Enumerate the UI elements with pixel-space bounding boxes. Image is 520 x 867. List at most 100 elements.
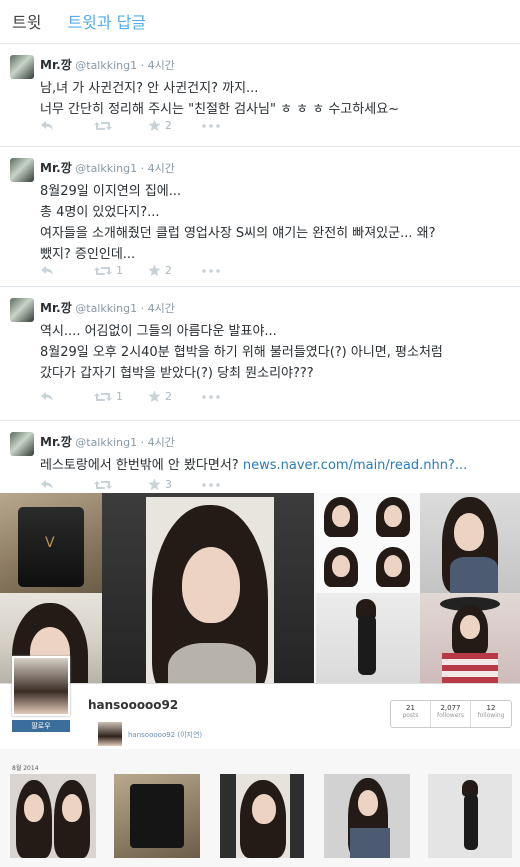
- tweet-text: 역시.... 어김없이 그들의 아름다운 발표야... 8월29일 오후 2시4…: [40, 321, 510, 384]
- favorite-button[interactable]: 2: [148, 264, 202, 277]
- favorite-button[interactable]: 2: [148, 390, 202, 403]
- tweet-line: 8월29일 오후 2시40분 협박을 하기 위해 불러들였다(?) 아니면, 평…: [40, 345, 443, 360]
- tweet-author-handle[interactable]: @talkking1: [75, 436, 137, 449]
- timeline-tabs: 트윗 트윗과 답글: [0, 0, 520, 44]
- avatar[interactable]: [10, 432, 34, 456]
- more-button[interactable]: [202, 394, 256, 399]
- more-button[interactable]: [202, 482, 256, 487]
- instagram-profile-photo[interactable]: [12, 656, 70, 716]
- more-button[interactable]: [202, 268, 256, 273]
- stat-posts[interactable]: 21 posts: [391, 701, 431, 727]
- photo-car-selfie: [102, 493, 314, 703]
- stat-value: 12: [486, 704, 496, 712]
- reply-icon: [41, 266, 53, 275]
- thumbnail[interactable]: [220, 774, 304, 858]
- tweet-line: 역시.... 어김없이 그들의 아름다운 발표야...: [40, 324, 277, 339]
- avatar[interactable]: [10, 298, 34, 322]
- photo-grid-collage: [316, 493, 420, 593]
- tweet-link[interactable]: news.naver.com/main/read.nhn?...: [243, 458, 467, 473]
- reply-button[interactable]: [40, 391, 94, 402]
- tweet-header: Mr.깡 @talkking1 · 4시간: [40, 435, 175, 449]
- reply-button[interactable]: [40, 479, 94, 490]
- tweet-actions: 3: [40, 478, 256, 491]
- retweet-count: 1: [116, 264, 123, 277]
- tweet[interactable]: Mr.깡 @talkking1 · 4시간 역시.... 어김없이 그들의 아름…: [0, 288, 520, 421]
- reply-icon: [41, 480, 53, 489]
- photo-portrait-floral: [420, 493, 520, 593]
- reply-button[interactable]: [40, 120, 94, 131]
- favorite-button[interactable]: 2: [148, 119, 202, 132]
- tweet-text: 남,녀 가 사귄건지? 안 사귄건지? 까지... 너무 간단히 정리해 주시는…: [40, 78, 510, 120]
- tweet-author-handle[interactable]: @talkking1: [75, 59, 137, 72]
- retweet-count: 1: [116, 390, 123, 403]
- tweet[interactable]: Mr.깡 @talkking1 · 4시간 남,녀 가 사귄건지? 안 사귄건지…: [0, 45, 520, 147]
- tweet-line: 너무 간단히 정리해 주시는 "친절한 검사님" ㅎ ㅎ ㅎ 수고하세요~: [40, 102, 400, 117]
- tweet-author-name[interactable]: Mr.깡: [40, 301, 72, 315]
- favorite-icon: [148, 390, 161, 402]
- reply-icon: [41, 392, 53, 401]
- tweet-time[interactable]: 4시간: [148, 302, 175, 315]
- favorite-count: 3: [165, 478, 172, 491]
- tweet-actions: 1 2: [40, 264, 256, 277]
- more-icon: [202, 482, 220, 487]
- tweet-time[interactable]: 4시간: [148, 436, 175, 449]
- retweet-icon: [94, 266, 112, 275]
- tweet-line: 총 4명이 있었다지?...: [40, 205, 160, 220]
- tweet-author-name[interactable]: Mr.깡: [40, 161, 72, 175]
- tweet-header: Mr.깡 @talkking1 · 4시간: [40, 161, 175, 175]
- tweet-line: 레스토랑에서 한번밖에 안 봤다면서?: [40, 458, 243, 473]
- tab-tweets-and-replies[interactable]: 트윗과 답글: [67, 9, 146, 43]
- tweet-header: Mr.깡 @talkking1 · 4시간: [40, 58, 175, 72]
- photo-phone-box: [0, 493, 102, 593]
- instagram-username[interactable]: hansooooo92: [88, 698, 178, 712]
- thumbnail[interactable]: [324, 774, 410, 858]
- tweet-text: 8월29일 이지연의 집에... 총 4명이 있었다지?... 여자들을 소개해…: [40, 181, 510, 265]
- avatar[interactable]: [10, 55, 34, 79]
- favorite-count: 2: [165, 390, 172, 403]
- instagram-stats: 21 posts 2,077 followers 12 following: [390, 700, 512, 728]
- date-label: 8월 2014: [12, 765, 39, 772]
- retweet-icon: [94, 121, 112, 130]
- thumbnail[interactable]: [114, 774, 200, 858]
- tweet-time[interactable]: 4시간: [148, 162, 175, 175]
- tweet-actions: 2: [40, 119, 256, 132]
- favorite-icon: [148, 119, 161, 131]
- tweet-author-handle[interactable]: @talkking1: [75, 302, 137, 315]
- more-icon: [202, 394, 220, 399]
- favorite-icon: [148, 478, 161, 490]
- tweet-author-handle[interactable]: @talkking1: [75, 162, 137, 175]
- tweet-time[interactable]: 4시간: [148, 59, 175, 72]
- stat-following[interactable]: 12 following: [471, 701, 511, 727]
- instagram-profile-header: 팔로우 hansooooo92 21 posts 2,077 followers…: [0, 656, 520, 749]
- favorite-icon: [148, 264, 161, 276]
- retweet-button[interactable]: [94, 120, 148, 132]
- tweet-actions: 1 2: [40, 390, 256, 403]
- tweet[interactable]: Mr.깡 @talkking1 · 4시간 8월29일 이지연의 집에... 총…: [0, 148, 520, 287]
- reply-button[interactable]: [40, 265, 94, 276]
- tweet-author-name[interactable]: Mr.깡: [40, 58, 72, 72]
- thumbnail[interactable]: [10, 774, 96, 858]
- tweet-line: 여자들을 소개해줬던 클럽 영업사장 S씨의 얘기는 완전히 빠져있군... 왜…: [40, 226, 436, 241]
- tab-tweets[interactable]: 트윗: [12, 9, 41, 43]
- tweet-line: 갔다가 갑자기 협박을 받았다(?) 당최 뭔소리야???: [40, 366, 314, 381]
- more-icon: [202, 268, 220, 273]
- retweet-button[interactable]: 1: [94, 390, 148, 403]
- stat-label: followers: [437, 712, 464, 719]
- tweet-text: 레스토랑에서 한번밖에 안 봤다면서? news.naver.com/main/…: [40, 455, 510, 476]
- attached-instagram-screenshot[interactable]: 팔로우 hansooooo92 21 posts 2,077 followers…: [0, 493, 520, 867]
- more-icon: [202, 123, 220, 128]
- follow-badge[interactable]: 팔로우: [12, 720, 70, 732]
- retweet-icon: [94, 480, 112, 489]
- thumbnail[interactable]: [428, 774, 512, 858]
- retweet-button[interactable]: [94, 479, 148, 491]
- tweet[interactable]: Mr.깡 @talkking1 · 4시간 레스토랑에서 한번밖에 안 봤다면서…: [0, 422, 520, 493]
- stat-followers[interactable]: 2,077 followers: [431, 701, 471, 727]
- avatar[interactable]: [10, 158, 34, 182]
- retweet-button[interactable]: 1: [94, 264, 148, 277]
- stat-value: 21: [406, 704, 415, 712]
- mini-avatar: [98, 722, 122, 746]
- more-button[interactable]: [202, 123, 256, 128]
- favorite-count: 2: [165, 119, 172, 132]
- tweet-author-name[interactable]: Mr.깡: [40, 435, 72, 449]
- favorite-button[interactable]: 3: [148, 478, 202, 491]
